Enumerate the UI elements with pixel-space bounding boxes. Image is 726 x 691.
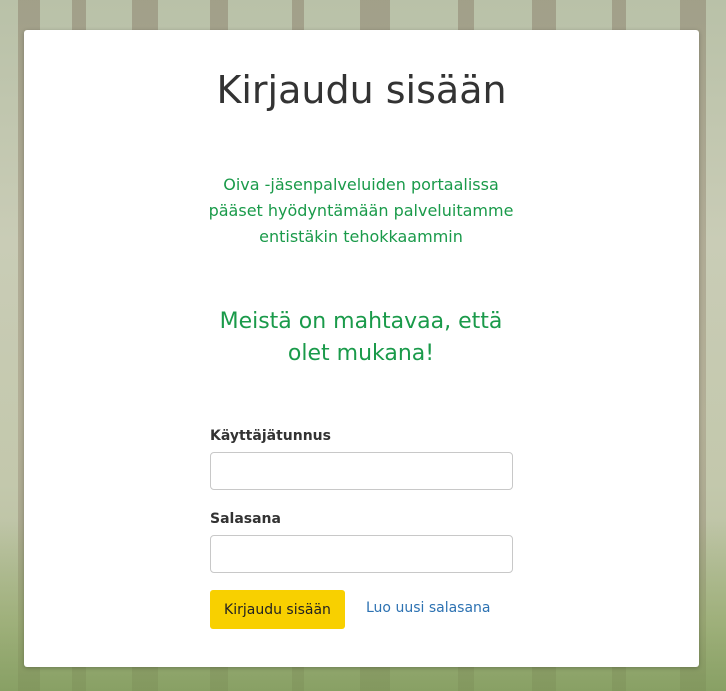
password-label: Salasana (210, 511, 281, 527)
login-card: Kirjaudu sisään Oiva -jäsenpalveluiden p… (24, 30, 699, 667)
login-button[interactable]: Kirjaudu sisään (210, 590, 345, 629)
tagline-text: Meistä on mahtavaa, että olet mukana! (219, 309, 503, 366)
username-label: Käyttäjätunnus (210, 428, 331, 444)
reset-password-link[interactable]: Luo uusi salasana (366, 600, 491, 616)
password-field[interactable] (210, 535, 513, 573)
intro-text: Oiva -jäsenpalveluiden portaalissa pääse… (208, 175, 514, 246)
page-title: Kirjaudu sisään (216, 68, 507, 112)
username-field[interactable] (210, 452, 513, 490)
